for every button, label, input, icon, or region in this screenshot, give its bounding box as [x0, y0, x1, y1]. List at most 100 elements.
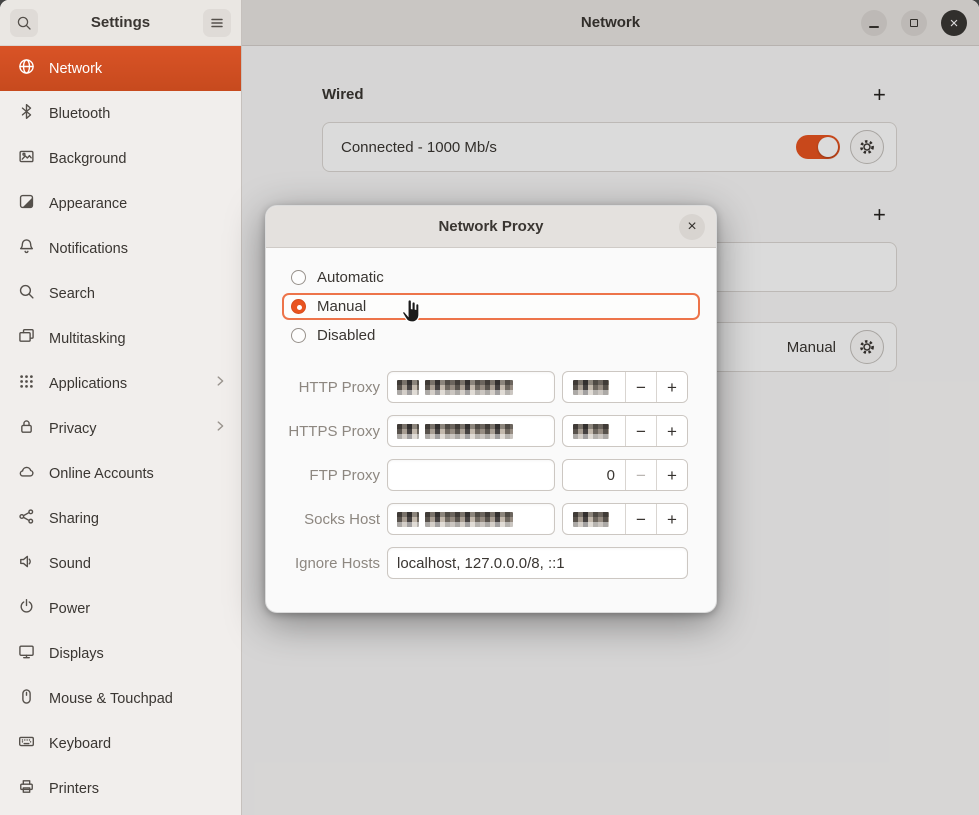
search-button[interactable]	[10, 9, 38, 37]
mouse-icon	[18, 688, 35, 710]
chevron-right-icon	[213, 419, 227, 438]
https-port-increment-button[interactable]: +	[656, 416, 687, 446]
sidebar-item-label: Displays	[49, 646, 227, 662]
redacted-text	[573, 424, 609, 439]
https-proxy-input[interactable]	[387, 415, 555, 447]
socks-port-spinbutton: − +	[562, 503, 688, 535]
sidebar-item-appearance[interactable]: Appearance	[0, 181, 241, 226]
proxy-option-disabled[interactable]: Disabled	[282, 322, 700, 349]
sidebar-item-label: Power	[49, 601, 227, 617]
http-port-spinbutton: − +	[562, 371, 688, 403]
search-icon	[16, 15, 32, 31]
sidebar-item-search[interactable]: Search	[0, 271, 241, 316]
sidebar-item-label: Mouse & Touchpad	[49, 691, 227, 707]
sidebar-item-bluetooth[interactable]: Bluetooth	[0, 91, 241, 136]
dialog-body: Automatic Manual Disabled HTTP Proxy	[266, 248, 716, 579]
socks-port-increment-button[interactable]: +	[656, 504, 687, 534]
hamburger-menu-icon	[209, 15, 225, 31]
sidebar-item-label: Search	[49, 286, 227, 302]
sidebar-item-online-accounts[interactable]: Online Accounts	[0, 451, 241, 496]
radio-label: Disabled	[317, 327, 375, 344]
appearance-icon	[18, 193, 35, 215]
sidebar-item-sharing[interactable]: Sharing	[0, 496, 241, 541]
sidebar-item-keyboard[interactable]: Keyboard	[0, 721, 241, 766]
lock-icon	[18, 418, 35, 440]
sidebar-item-label: Printers	[49, 781, 227, 797]
sidebar: Settings Network Bluetooth Background Ap…	[0, 0, 242, 815]
proxy-option-manual[interactable]: Manual	[282, 293, 700, 320]
proxy-option-automatic[interactable]: Automatic	[282, 264, 700, 291]
sidebar-item-label: Multitasking	[49, 331, 227, 347]
keyboard-icon	[18, 733, 35, 755]
background-icon	[18, 148, 35, 170]
ftp-port-increment-button[interactable]: +	[656, 460, 687, 490]
main-area: Network × Wired + Connected - 1000 Mb/s …	[242, 0, 979, 815]
https-port-value[interactable]	[563, 416, 625, 446]
sidebar-item-network[interactable]: Network	[0, 46, 241, 91]
radio-label: Manual	[317, 298, 366, 315]
speaker-icon	[18, 553, 35, 575]
socks-port-decrement-button[interactable]: −	[625, 504, 656, 534]
apps-grid-icon	[18, 373, 35, 395]
sidebar-item-power[interactable]: Power	[0, 586, 241, 631]
dialog-close-button[interactable]: ×	[679, 214, 705, 240]
sidebar-item-notifications[interactable]: Notifications	[0, 226, 241, 271]
sidebar-item-label: Appearance	[49, 196, 227, 212]
sidebar-item-label: Keyboard	[49, 736, 227, 752]
ignore-hosts-input[interactable]: localhost, 127.0.0.0/8, ::1	[387, 547, 688, 579]
search-icon	[18, 283, 35, 305]
sidebar-item-sound[interactable]: Sound	[0, 541, 241, 586]
radio-label: Automatic	[317, 269, 384, 286]
redacted-text	[425, 424, 513, 439]
redacted-text	[397, 380, 419, 395]
redacted-text	[425, 380, 513, 395]
field-label-ftp-proxy: FTP Proxy	[282, 467, 380, 484]
redacted-text	[425, 512, 513, 527]
sidebar-item-label: Sharing	[49, 511, 227, 527]
share-icon	[18, 508, 35, 530]
ftp-port-decrement-button[interactable]: −	[625, 460, 656, 490]
ftp-proxy-input[interactable]	[387, 459, 555, 491]
sidebar-item-label: Notifications	[49, 241, 227, 257]
radio-icon	[291, 328, 306, 343]
proxy-form: HTTP Proxy − + HTTPS Proxy	[282, 371, 700, 579]
settings-window: Settings Network Bluetooth Background Ap…	[0, 0, 979, 815]
sidebar-item-background[interactable]: Background	[0, 136, 241, 181]
close-icon: ×	[687, 219, 696, 235]
sidebar-item-privacy[interactable]: Privacy	[0, 406, 241, 451]
network-globe-icon	[18, 58, 35, 80]
https-port-spinbutton: − +	[562, 415, 688, 447]
ftp-port-value[interactable]: 0	[563, 460, 625, 490]
network-proxy-dialog: Network Proxy × Automatic Manual Disable…	[265, 205, 717, 613]
redacted-text	[573, 512, 609, 527]
bluetooth-icon	[18, 103, 35, 125]
socks-port-value[interactable]	[563, 504, 625, 534]
menu-button[interactable]	[203, 9, 231, 37]
radio-selected-icon	[291, 299, 306, 314]
power-icon	[18, 598, 35, 620]
sidebar-item-printers[interactable]: Printers	[0, 766, 241, 811]
redacted-text	[397, 424, 419, 439]
http-port-increment-button[interactable]: +	[656, 372, 687, 402]
bell-icon	[18, 238, 35, 260]
sidebar-item-label: Applications	[49, 376, 199, 392]
sidebar-item-label: Bluetooth	[49, 106, 227, 122]
field-label-socks-host: Socks Host	[282, 511, 380, 528]
multitasking-icon	[18, 328, 35, 350]
sidebar-item-mouse-touchpad[interactable]: Mouse & Touchpad	[0, 676, 241, 721]
http-port-value[interactable]	[563, 372, 625, 402]
sidebar-item-label: Network	[49, 61, 227, 77]
sidebar-item-label: Online Accounts	[49, 466, 227, 482]
redacted-text	[573, 380, 609, 395]
sidebar-list: Network Bluetooth Background Appearance …	[0, 46, 241, 815]
dialog-headerbar: Network Proxy ×	[266, 206, 716, 248]
chevron-right-icon	[213, 374, 227, 393]
sidebar-item-multitasking[interactable]: Multitasking	[0, 316, 241, 361]
http-proxy-input[interactable]	[387, 371, 555, 403]
sidebar-item-displays[interactable]: Displays	[0, 631, 241, 676]
https-port-decrement-button[interactable]: −	[625, 416, 656, 446]
sidebar-item-applications[interactable]: Applications	[0, 361, 241, 406]
socks-host-input[interactable]	[387, 503, 555, 535]
http-port-decrement-button[interactable]: −	[625, 372, 656, 402]
sidebar-item-label: Sound	[49, 556, 227, 572]
